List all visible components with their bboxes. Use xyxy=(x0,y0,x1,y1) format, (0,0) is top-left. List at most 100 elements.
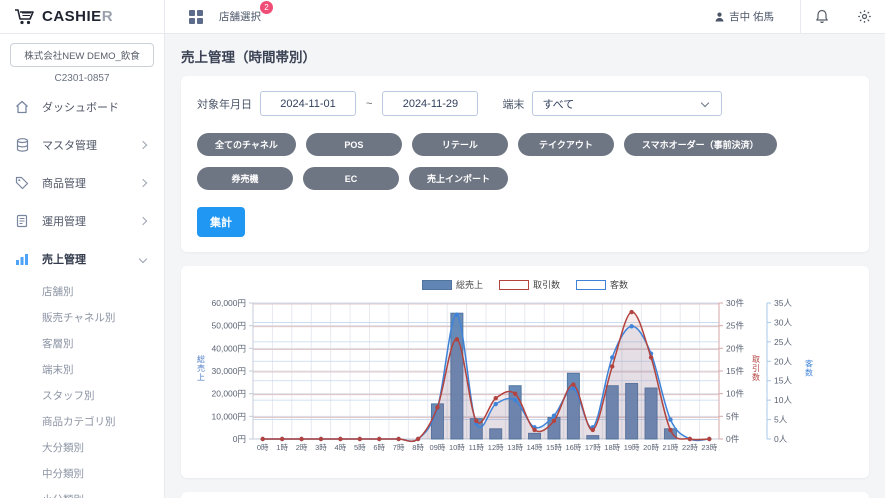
legend-label: 総売上 xyxy=(456,278,483,291)
notifications-button[interactable] xyxy=(801,0,843,33)
sidebar-subitem[interactable]: 中分類別 xyxy=(0,460,164,486)
sidebar-subitem[interactable]: 客層別 xyxy=(0,330,164,356)
svg-text:20,000円: 20,000円 xyxy=(212,389,247,399)
terminal-select-value: すべて xyxy=(542,96,574,112)
chevron-right-icon xyxy=(139,217,147,225)
store-badge: 2 xyxy=(260,1,273,14)
svg-text:2時: 2時 xyxy=(296,443,308,452)
legend-label: 客数 xyxy=(610,278,628,291)
svg-text:6時: 6時 xyxy=(373,443,385,452)
store-select-label: 店舗選択 xyxy=(219,11,261,23)
svg-text:15人: 15人 xyxy=(774,376,792,386)
sidebar-subitem[interactable]: 販売チャネル別 xyxy=(0,304,164,330)
svg-text:40,000円: 40,000円 xyxy=(212,343,247,353)
channel-button[interactable]: 券売機 xyxy=(197,167,293,190)
channel-button[interactable]: リテール xyxy=(412,133,508,156)
svg-text:20時: 20時 xyxy=(643,443,659,452)
svg-text:総売上: 総売上 xyxy=(197,354,205,382)
svg-text:10人: 10人 xyxy=(774,395,792,405)
channel-button[interactable]: EC xyxy=(303,167,399,190)
brand-logo: CASHIER xyxy=(0,0,164,34)
topbar: 店舗選択 2 吉中 佑馬 xyxy=(165,0,885,34)
svg-text:0時: 0時 xyxy=(257,443,269,452)
sidebar-item-products[interactable]: 商品管理 xyxy=(0,164,164,202)
svg-text:8時: 8時 xyxy=(412,443,424,452)
svg-text:0円: 0円 xyxy=(233,434,246,444)
svg-text:30,000円: 30,000円 xyxy=(212,366,247,376)
app-root: CASHIER 株式会社NEW DEMO_飲食 C2301-0857 ダッシュボ… xyxy=(0,0,885,498)
chart-legend: 総売上 取引数 客数 xyxy=(189,278,861,291)
svg-text:30人: 30人 xyxy=(774,317,792,327)
svg-text:12時: 12時 xyxy=(488,443,504,452)
sidebar-subitem[interactable]: 小分類別 xyxy=(0,486,164,498)
store-select-button[interactable]: 店舗選択 2 xyxy=(219,9,261,24)
date-range-separator: ~ xyxy=(366,98,372,110)
database-icon xyxy=(14,138,30,152)
bar-chart-icon xyxy=(14,253,30,266)
svg-text:3時: 3時 xyxy=(315,443,327,452)
user-menu[interactable]: 吉中 佑馬 xyxy=(715,9,800,24)
channel-button[interactable]: 売上インポート xyxy=(409,167,508,190)
settings-button[interactable] xyxy=(843,0,885,33)
svg-text:35人: 35人 xyxy=(774,298,792,308)
sales-submenu: 店舗別販売チャネル別客層別端末別スタッフ別商品カテゴリ別大分類別中分類別小分類別… xyxy=(0,278,164,498)
channel-button[interactable]: スマホオーダー（事前決済） xyxy=(624,133,777,156)
svg-text:10,000円: 10,000円 xyxy=(212,411,247,421)
brand-name: CASHIER xyxy=(42,8,113,25)
channel-button[interactable]: 全てのチャネル xyxy=(197,133,296,156)
svg-text:23時: 23時 xyxy=(701,443,717,452)
apps-grid-icon[interactable] xyxy=(189,10,203,24)
svg-text:22時: 22時 xyxy=(682,443,698,452)
sidebar-subitem[interactable]: 商品カテゴリ別 xyxy=(0,408,164,434)
sidebar-item-label: 運用管理 xyxy=(42,213,128,229)
legend-label: 取引数 xyxy=(533,278,560,291)
date-range-label: 対象年月日 xyxy=(197,96,252,112)
aggregate-button[interactable]: 集計 xyxy=(197,207,245,237)
svg-text:09時: 09時 xyxy=(430,443,446,452)
sidebar-subitem[interactable]: 大分類別 xyxy=(0,434,164,460)
legend-swatch xyxy=(576,280,606,290)
legend-entry: 客数 xyxy=(576,278,628,291)
date-to-input[interactable] xyxy=(382,91,478,116)
svg-text:5時: 5時 xyxy=(354,443,366,452)
cart-icon xyxy=(14,8,36,25)
svg-text:7時: 7時 xyxy=(393,443,405,452)
chevron-down-icon xyxy=(139,255,147,263)
sidebar-item-label: 売上管理 xyxy=(42,251,128,267)
tag-icon xyxy=(14,176,30,190)
document-icon xyxy=(14,214,30,228)
svg-text:0人: 0人 xyxy=(774,434,788,444)
date-from-input[interactable] xyxy=(260,91,356,116)
sidebar-item-sales[interactable]: 売上管理 xyxy=(0,240,164,278)
svg-text:18時: 18時 xyxy=(604,443,620,452)
sidebar-subitem[interactable]: スタッフ別 xyxy=(0,382,164,408)
sidebar-nav: ダッシュボード マスタ管理 商品管理 運 xyxy=(0,88,164,498)
svg-text:20件: 20件 xyxy=(726,343,744,353)
legend-swatch xyxy=(499,280,529,290)
svg-text:0件: 0件 xyxy=(726,434,740,444)
filter-panel: 対象年月日 ~ 端末 すべて 全てのチャネルPOSリテールテイクアウトスマホオー… xyxy=(181,76,869,252)
sidebar-item-dashboard[interactable]: ダッシュボード xyxy=(0,88,164,126)
home-icon xyxy=(14,100,30,114)
sidebar-item-label: マスタ管理 xyxy=(42,137,128,153)
totals-panel: 売上合計 xyxy=(181,492,869,498)
svg-text:4時: 4時 xyxy=(335,443,347,452)
sidebar-item-master[interactable]: マスタ管理 xyxy=(0,126,164,164)
sidebar-item-operations[interactable]: 運用管理 xyxy=(0,202,164,240)
user-name: 吉中 佑馬 xyxy=(729,9,774,24)
svg-text:21時: 21時 xyxy=(663,443,679,452)
sidebar-subitem[interactable]: 店舗別 xyxy=(0,278,164,304)
svg-text:30件: 30件 xyxy=(726,298,744,308)
svg-text:15時: 15時 xyxy=(546,443,562,452)
terminal-select[interactable]: すべて xyxy=(532,91,722,116)
sidebar-subitem[interactable]: 端末別 xyxy=(0,356,164,382)
svg-text:20人: 20人 xyxy=(774,356,792,366)
svg-text:13時: 13時 xyxy=(507,443,523,452)
bell-icon xyxy=(815,9,829,24)
channel-filter-group: 全てのチャネル POS リテールテイクアウトスマホオーダー（事前決済） 券売機 EC 売上… xyxy=(197,133,853,190)
channel-button[interactable]: POS xyxy=(306,133,402,156)
channel-button[interactable]: テイクアウト xyxy=(518,133,614,156)
svg-text:11時: 11時 xyxy=(469,443,485,452)
gear-icon xyxy=(857,9,872,24)
svg-text:5件: 5件 xyxy=(726,411,740,421)
